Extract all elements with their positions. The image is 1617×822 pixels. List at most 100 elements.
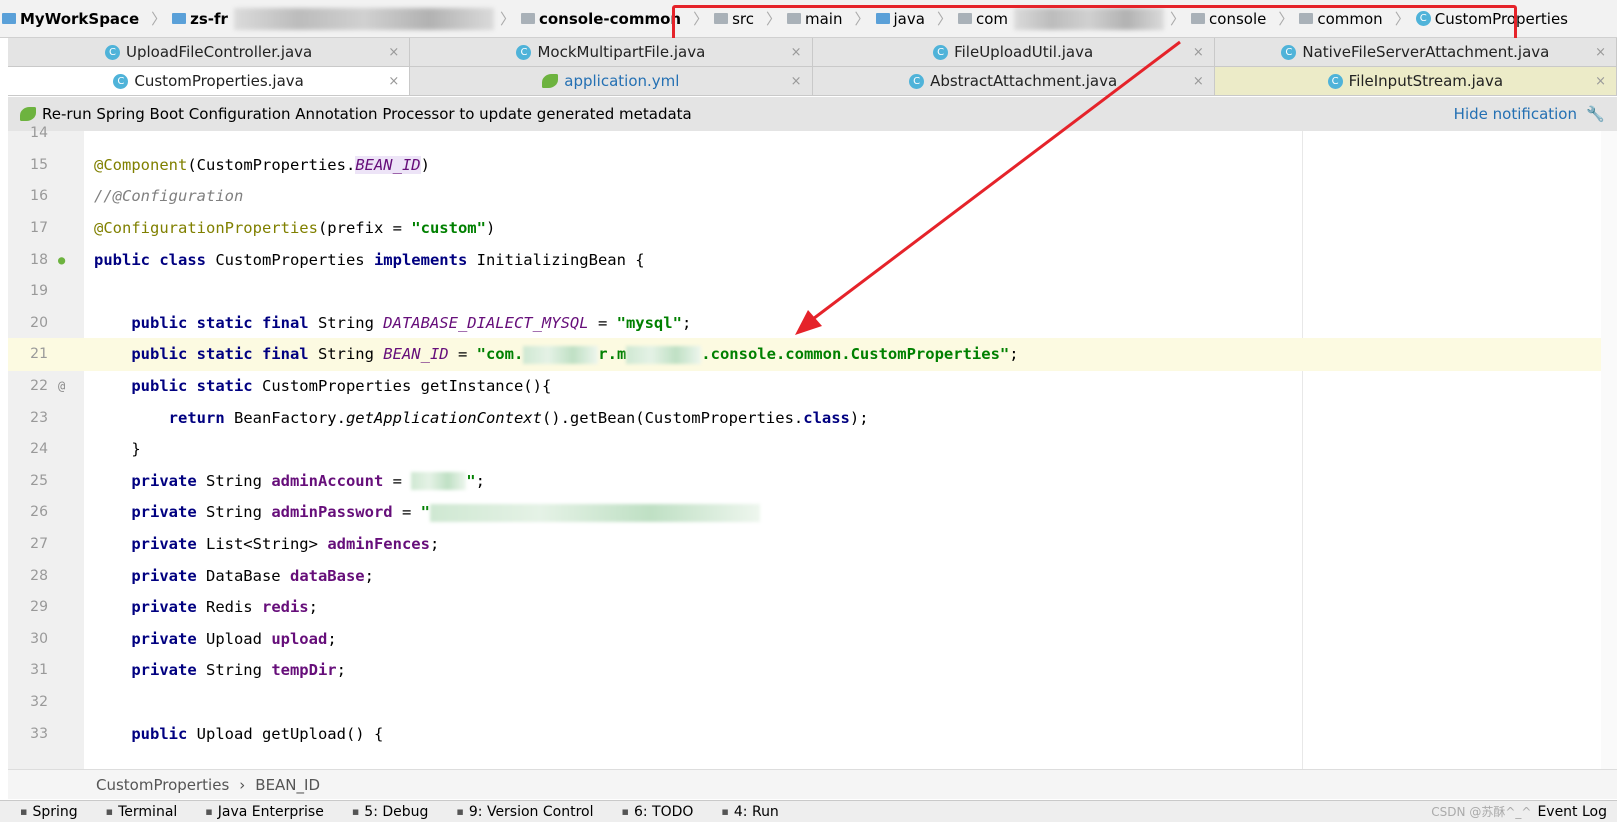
line-number: 31 (30, 662, 48, 679)
folder-icon (172, 13, 187, 24)
folder-icon (2, 13, 16, 24)
editor-tab[interactable]: C AbstractAttachment.java × (813, 67, 1215, 95)
line-number: 18 (30, 251, 48, 268)
spring-bean-icon: ● (58, 252, 66, 267)
code-line: 20 public static final String DATABASE_D… (8, 307, 1617, 340)
code-text: private Redis redis; (94, 598, 318, 617)
code-line: 30 private Upload upload; (8, 623, 1617, 656)
close-tab-icon[interactable]: × (791, 74, 802, 89)
line-number: 30 (30, 630, 48, 647)
toolwindow-debug[interactable]: ▪ 5: Debug (352, 804, 429, 820)
editor-tab[interactable]: application.yml × (410, 67, 813, 95)
run-icon: ▪ (721, 805, 729, 818)
line-number: 24 (30, 441, 48, 458)
editor-tab[interactable]: C NativeFileServerAttachment.java × (1215, 38, 1617, 66)
code-text: public static CustomProperties getInstan… (94, 377, 552, 396)
editor-scrollbar[interactable] (1601, 131, 1617, 769)
class-icon: C (113, 73, 129, 89)
code-text: public static final String DATABASE_DIAL… (94, 313, 692, 332)
editor-tab[interactable]: C FileUploadUtil.java × (813, 38, 1215, 66)
toolwindow-terminal[interactable]: ▪ Terminal (106, 804, 178, 820)
code-text: } (94, 440, 141, 459)
close-tab-icon[interactable]: × (1595, 45, 1606, 60)
toolwindow-java-enterprise[interactable]: ▪ Java Enterprise (205, 804, 324, 820)
code-line: 33 public Upload getUpload() { (8, 717, 1617, 750)
code-text: private String adminPassword = " (94, 503, 760, 522)
redacted-region (523, 345, 599, 364)
line-number: 19 (30, 283, 48, 300)
close-tab-icon[interactable]: × (1193, 74, 1204, 89)
code-text: public Upload getUpload() { (94, 724, 384, 743)
todo-icon: ▪ (621, 805, 629, 818)
line-number: 22 (30, 378, 48, 395)
chevron-right-icon: 〉 (151, 10, 167, 28)
code-line: 19 (8, 275, 1617, 308)
annotation-highlight-box (672, 5, 1517, 41)
class-icon: C (1281, 44, 1297, 60)
toolwindow-todo[interactable]: ▪ 6: TODO (622, 804, 694, 820)
toolwindow-run[interactable]: ▪ 4: Run (721, 804, 778, 820)
close-tab-icon[interactable]: × (791, 45, 802, 60)
code-text: private String tempDir; (94, 661, 346, 680)
code-line: 24 } (8, 433, 1617, 466)
code-text: @Component(CustomProperties.BEAN_ID) (94, 155, 430, 174)
code-text: private DataBase dataBase; (94, 566, 374, 585)
class-icon: C (1327, 73, 1343, 89)
editor-tabs-row-2: C CustomProperties.java × application.yml × C… (8, 67, 1617, 96)
code-line: 22 @ public static CustomProperties getIn… (8, 370, 1617, 403)
line-number: 25 (30, 472, 48, 489)
editor-tabs-row-1: C UploadFileController.java × C MockMultipar… (8, 38, 1617, 67)
editor-tab[interactable]: C MockMultipartFile.java × (410, 38, 813, 66)
code-text: return BeanFactory.getApplicationContext… (94, 408, 869, 427)
code-line: 23 return BeanFactory.getApplicationCont… (8, 401, 1617, 434)
code-text: //@Configuration (94, 187, 244, 206)
code-text: private String adminAccount = "; (94, 471, 485, 491)
line-number: 33 (30, 725, 48, 742)
watermark: CSDN @苏酥^_^ (1431, 805, 1532, 819)
line-number: 21 (30, 346, 48, 363)
code-text: public class CustomProperties implements… (94, 250, 645, 269)
spring-icon: ▪ (20, 805, 28, 818)
chevron-right-icon: 〉 (499, 10, 515, 28)
class-icon: C (933, 44, 949, 60)
editor-tab[interactable]: C UploadFileController.java × (8, 38, 411, 66)
override-icon: @ (58, 379, 66, 394)
editor-tab[interactable]: C FileInputStream.java × (1214, 67, 1617, 95)
code-line: 26 private String adminPassword = " (8, 496, 1617, 529)
breadcrumb-class[interactable]: CustomProperties (96, 776, 229, 794)
folder-icon (520, 13, 535, 24)
vcs-icon: ▪ (456, 805, 464, 818)
code-text: private Upload upload; (94, 629, 337, 648)
breadcrumb-separator: › (239, 775, 246, 794)
line-number: 27 (30, 536, 48, 553)
close-tab-icon[interactable]: × (1193, 45, 1204, 60)
breadcrumb-member[interactable]: BEAN_ID (255, 776, 320, 794)
code-line: 32 (8, 686, 1617, 719)
code-text: private List<String> adminFences; (94, 535, 440, 554)
code-line: 15 @Component(CustomProperties.BEAN_ID) (8, 149, 1617, 182)
code-text: public static final String BEAN_ID = "co… (94, 345, 1019, 364)
event-log-button[interactable]: CSDN @苏酥^_^ Event Log (1431, 803, 1607, 820)
editor-tab[interactable]: C CustomProperties.java × (8, 67, 411, 95)
code-line: 21 public static final String BEAN_ID = … (8, 338, 1617, 371)
nav-crumb[interactable]: console-common (520, 10, 681, 28)
line-number: 32 (30, 694, 48, 711)
close-tab-icon[interactable]: × (388, 45, 399, 60)
nav-crumb[interactable]: MyWorkSpace (2, 10, 139, 28)
line-number: 16 (30, 188, 48, 205)
redacted-region (411, 472, 467, 491)
code-editor[interactable]: 14 15 @Component(CustomProperties.BEAN_ID)… (8, 125, 1617, 769)
code-line: 31 private String tempDir; (8, 654, 1617, 687)
code-line: 18 ● public class CustomProperties impleme… (8, 243, 1617, 276)
spring-config-icon (542, 74, 559, 88)
code-line: 17 @ConfigurationProperties(prefix = "cus… (8, 212, 1617, 245)
code-text: @ConfigurationProperties(prefix = "custo… (94, 219, 496, 238)
toolwindow-spring[interactable]: ▪ Spring (20, 804, 78, 820)
toolwindow-vcs[interactable]: ▪ 9: Version Control (456, 804, 593, 820)
line-number: 15 (30, 156, 48, 173)
close-tab-icon[interactable]: × (388, 74, 399, 89)
nav-crumb[interactable]: zs-fr (172, 10, 228, 28)
line-number: 20 (30, 314, 48, 331)
close-tab-icon[interactable]: × (1595, 74, 1606, 89)
terminal-icon: ▪ (105, 805, 114, 818)
